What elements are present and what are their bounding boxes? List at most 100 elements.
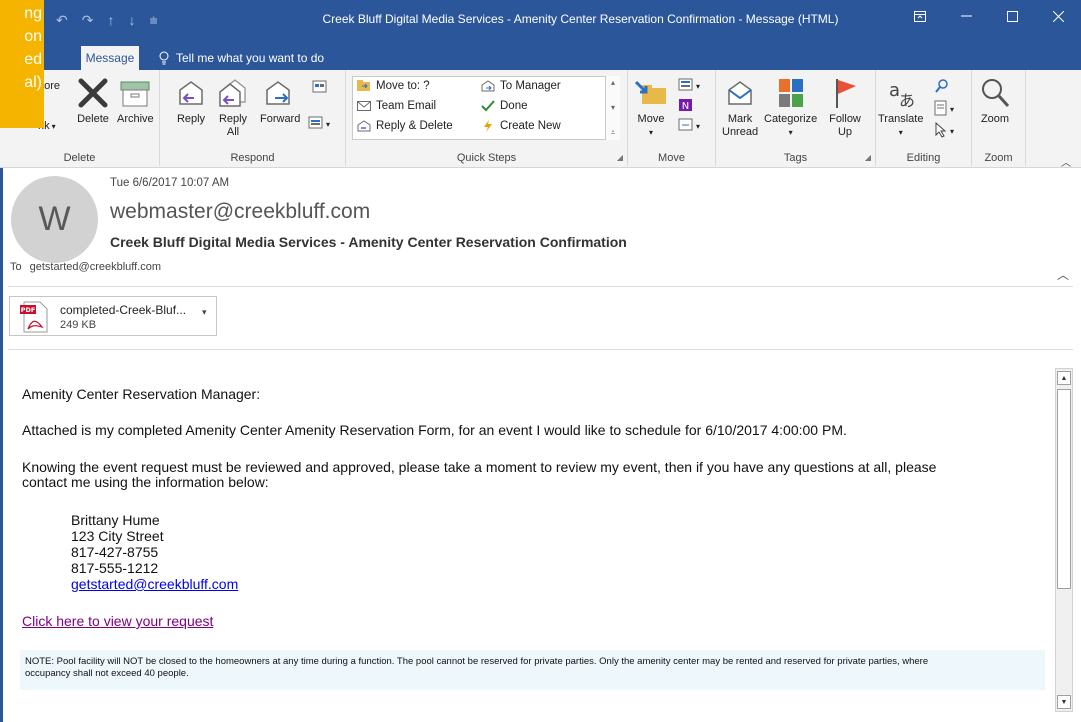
sender-address[interactable]: webmaster@creekbluff.com: [110, 200, 370, 224]
reply-button[interactable]: Reply: [174, 76, 208, 126]
attachment-menu-icon[interactable]: ▾: [202, 307, 207, 318]
move-label: Move: [637, 113, 665, 125]
follow-up-label-2: Up: [837, 126, 853, 138]
title-bar: ↶ ↷ ↑ ↓ ⩧ Creek Bluff Digital Media Serv…: [0, 0, 1081, 40]
find-icon: [935, 79, 948, 93]
callout-line: ng: [24, 5, 42, 22]
contact-name: Brittany Hume: [71, 512, 160, 528]
categorize-button[interactable]: Categorize ▾: [764, 76, 817, 139]
more-respond-button[interactable]: ▾: [308, 116, 330, 133]
delete-label: Delete: [77, 113, 109, 125]
archive-icon: [120, 81, 150, 107]
tell-me-label: Tell me what you want to do: [176, 51, 325, 65]
delete-button[interactable]: Delete: [76, 76, 110, 126]
collapse-header-icon[interactable]: ︿: [1057, 266, 1069, 283]
reply-all-button[interactable]: Reply All: [215, 76, 251, 139]
close-button[interactable]: [1035, 0, 1081, 32]
quick-step-create-new[interactable]: Create New: [481, 120, 561, 132]
tags-group: Mark Unread Categorize ▾ Follow Up ◢ Tag…: [716, 70, 876, 166]
reply-delete-icon: [357, 120, 371, 132]
quick-step-done[interactable]: Done: [481, 100, 528, 112]
delete-group-label: Delete: [63, 152, 96, 164]
sent-date: Tue 6/6/2017 10:07 AM: [110, 177, 230, 189]
move-group: Move ▾ ▾ N ▾ Move: [628, 70, 716, 166]
view-request-link[interactable]: Click here to view your request: [22, 613, 213, 629]
checkmark-icon: [481, 100, 495, 112]
svg-text:N: N: [682, 101, 689, 112]
find-button[interactable]: [934, 78, 950, 97]
contact-block: Brittany Hume 123 City Street 817-427-87…: [71, 512, 238, 592]
editing-group-label: Editing: [906, 152, 941, 164]
tell-me-box[interactable]: Tell me what you want to do: [158, 46, 324, 70]
quick-steps-scrollbar[interactable]: ▴ ▾ ⩡: [605, 76, 620, 140]
attachment-chip[interactable]: PDF completed-Creek-Bluf... 249 KB ▾: [9, 296, 217, 336]
pool-note-line-2: occupancy shall not exceed 40 people.: [25, 668, 189, 679]
rules-button[interactable]: ▾: [678, 78, 700, 95]
maximize-button[interactable]: [989, 0, 1035, 32]
recipient-address[interactable]: getstarted@creekbluff.com: [30, 261, 161, 273]
quick-steps-group-label: Quick Steps: [456, 152, 517, 164]
ribbon-display-options-button[interactable]: [897, 0, 943, 32]
reply-all-label-1: Reply: [218, 113, 248, 125]
folder-arrow-icon: [357, 80, 370, 91]
body-greeting: Amenity Center Reservation Manager:: [22, 386, 261, 402]
categorize-icon: [778, 79, 803, 107]
scroll-down-icon[interactable]: ▼: [1057, 695, 1071, 709]
select-button[interactable]: ▾: [934, 122, 954, 141]
zoom-label: Zoom: [980, 113, 1010, 125]
related-icon: [934, 100, 947, 116]
categorize-label: Categorize: [764, 113, 818, 125]
body-paragraph-1: Attached is my completed Amenity Center …: [22, 422, 847, 438]
onenote-button[interactable]: N: [678, 98, 694, 115]
archive-button[interactable]: Archive: [117, 76, 154, 126]
reading-pane-border: [0, 168, 3, 722]
zoom-group: Zoom Zoom: [972, 70, 1026, 166]
callout-line: ed: [24, 51, 42, 68]
quick-step-to-manager-label: To Manager: [500, 80, 561, 92]
forward-button[interactable]: Forward: [260, 76, 300, 126]
collapse-ribbon-icon[interactable]: ︿: [1061, 154, 1071, 169]
close-icon: [1052, 10, 1064, 22]
pool-note-line-1: NOTE: Pool facility will NOT be closed t…: [25, 656, 929, 667]
window-controls: [897, 0, 1081, 32]
quick-step-done-label: Done: [500, 100, 528, 112]
actions-button[interactable]: ▾: [678, 118, 700, 135]
body-paragraph-2-line-2: contact me using the information below:: [22, 474, 269, 490]
contact-email-link[interactable]: getstarted@creekbluff.com: [71, 576, 238, 592]
cursor-icon: [935, 122, 947, 138]
quick-step-move-to[interactable]: Move to: ?: [357, 80, 430, 92]
minimize-icon: [960, 15, 972, 17]
avatar[interactable]: W: [11, 176, 98, 263]
lightning-icon: [484, 120, 492, 132]
move-button[interactable]: Move ▾: [634, 76, 668, 139]
tab-message[interactable]: Message: [81, 46, 139, 70]
mark-unread-label-1: Mark: [727, 113, 753, 125]
meeting-button[interactable]: [312, 80, 328, 97]
mark-unread-button[interactable]: Mark Unread: [722, 76, 758, 139]
tags-group-label: Tags: [783, 152, 808, 164]
zoom-button[interactable]: Zoom: [978, 76, 1012, 126]
quick-step-to-manager[interactable]: To Manager: [481, 80, 561, 92]
quick-step-team-email[interactable]: Team Email: [357, 100, 436, 112]
scroll-thumb[interactable]: [1057, 389, 1071, 589]
body-scrollbar[interactable]: ▲ ▼: [1055, 368, 1073, 712]
follow-up-label-1: Follow: [829, 113, 861, 125]
quick-step-reply-delete-label: Reply & Delete: [376, 120, 453, 132]
maximize-icon: [1006, 10, 1018, 22]
minimize-button[interactable]: [943, 0, 989, 32]
ribbon: nore nk▾ Delete Archive Delete Reply Rep…: [0, 70, 1081, 169]
move-folder-icon: [634, 80, 666, 104]
translate-button[interactable]: aあ Translate ▾: [878, 76, 923, 139]
mark-unread-label-2: Unread: [722, 126, 759, 138]
follow-up-button[interactable]: Follow Up: [828, 76, 862, 139]
lightbulb-icon: [159, 51, 169, 65]
move-group-label: Move: [658, 152, 685, 164]
pool-note: NOTE: Pool facility will NOT be closed t…: [20, 650, 1045, 690]
related-button[interactable]: ▾: [934, 100, 954, 119]
delete-x-icon: [78, 78, 108, 108]
scroll-up-icon[interactable]: ▲: [1057, 371, 1071, 385]
recipient-line: To getstarted@creekbluff.com: [10, 261, 161, 273]
flag-icon: [836, 79, 856, 108]
contact-phone-1: 817-427-8755: [71, 544, 159, 560]
quick-step-reply-delete[interactable]: Reply & Delete: [357, 120, 453, 132]
